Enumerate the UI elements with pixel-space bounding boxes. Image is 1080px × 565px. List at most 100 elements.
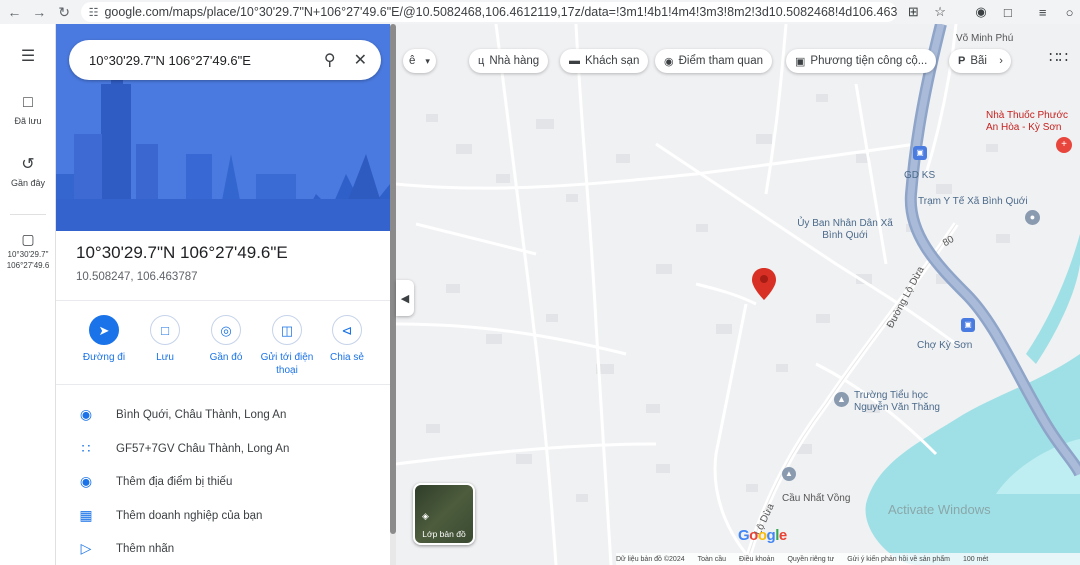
global-link[interactable]: Toàn cầu xyxy=(698,556,726,563)
map-footer: Dữ liệu bản đồ ©2024 Toàn cầu Điều khoản… xyxy=(616,553,1080,565)
directions-label: Đường đi xyxy=(82,352,126,363)
terms-link[interactable]: Điều khoản xyxy=(739,556,774,563)
map-label[interactable]: Trạm Y Tế Xã Bình Quới xyxy=(918,196,1028,207)
recent-label: Gần đây xyxy=(10,178,46,188)
share-button[interactable]: ⊲ Chia sẻ xyxy=(317,315,377,364)
recent-button[interactable]: ↺ Gần đây xyxy=(0,154,56,188)
map-label[interactable]: GD KS xyxy=(904,170,935,181)
hotel-icon: ▬ xyxy=(569,55,580,67)
recent-place-label: 10°30'29.7" 106°27'49.6 xyxy=(6,250,50,270)
place-coordinates: 10.508247, 106.463787 xyxy=(76,271,198,283)
send-to-phone-label: Gửi tới điện thoại xyxy=(260,352,314,376)
pharmacy-pin-icon[interactable]: + xyxy=(1056,137,1072,153)
privacy-link[interactable]: Quyền riêng tư xyxy=(787,556,834,563)
market-icon[interactable]: ▣ xyxy=(961,318,975,332)
puzzle-icon[interactable]: □ xyxy=(997,1,1018,23)
reload-button[interactable]: ↻ xyxy=(54,1,75,23)
google-logo: Google xyxy=(738,527,787,544)
browser-toolbar: ← → ↻ ☷ google.com/maps/place/10°30'29.7… xyxy=(0,0,1080,24)
saved-button[interactable]: □ Đã lưu xyxy=(0,94,56,126)
bridge-icon[interactable]: ▲ xyxy=(782,467,796,481)
label-icon: ▷ xyxy=(80,540,92,556)
nearby-button[interactable]: ◎ Gần đó xyxy=(196,315,256,364)
share-icon: ⊲ xyxy=(332,315,362,345)
chip-transit-label: Phương tiện công cộ... xyxy=(810,55,928,67)
plus-code-row[interactable]: ∷ GF57+7GV Châu Thành, Long An xyxy=(76,440,376,457)
address-bar[interactable]: ☷ google.com/maps/place/10°30'29.7"N+106… xyxy=(80,2,897,22)
bookmark-icon: □ xyxy=(23,94,33,111)
chip-hotels[interactable]: ▬ Khách sạn xyxy=(560,49,649,73)
phone-icon: ◫ xyxy=(272,315,302,345)
chip-attractions-label: Điểm tham quan xyxy=(678,55,763,67)
place-panel: 10°30'29.7"N 106°27'49.6"E ⚲ ✕ 10°30'29.… xyxy=(56,24,390,565)
forward-button[interactable]: → xyxy=(29,1,50,23)
extension-icon[interactable]: ◉ xyxy=(971,1,992,23)
media-icon[interactable]: ≡ xyxy=(1032,1,1053,23)
search-icon[interactable]: ⚲ xyxy=(324,50,336,70)
add-label-row[interactable]: ▷ Thêm nhãn xyxy=(76,540,376,557)
save-button[interactable]: □ Lưu xyxy=(135,315,195,364)
side-rail: ☰ □ Đã lưu ↺ Gần đây ▢ 10°30'29.7" 106°2… xyxy=(0,24,56,565)
map-label: Võ Minh Phú xyxy=(956,33,1014,44)
map-thumb-icon: ▢ xyxy=(21,231,35,247)
site-info-icon[interactable]: ☷ xyxy=(89,6,99,19)
search-box[interactable]: 10°30'29.7"N 106°27'49.6"E ⚲ ✕ xyxy=(69,40,381,80)
map-label[interactable]: Trường Tiểu học Nguyễn Văn Thăng xyxy=(854,390,954,414)
layers-icon: ◈ xyxy=(422,511,429,521)
map-label[interactable]: Ủy Ban Nhân Dân Xã Bình Quới xyxy=(790,218,900,242)
add-business-row[interactable]: ▦ Thêm doanh nghiệp của bạn xyxy=(76,507,376,524)
poi-pin-icon[interactable]: ● xyxy=(1025,210,1040,225)
chevron-left-icon: ◀ xyxy=(400,292,410,305)
bookmark-star-icon[interactable]: ☆ xyxy=(930,1,951,23)
profile-icon[interactable]: ○ xyxy=(1059,1,1080,23)
add-place-icon: ◉ xyxy=(79,473,93,489)
feedback-link[interactable]: Gửi ý kiến phản hồi về sản phẩm xyxy=(847,556,950,563)
menu-button[interactable]: ☰ xyxy=(0,46,56,70)
rail-divider xyxy=(10,214,46,215)
collapse-panel-button[interactable]: ◀ xyxy=(396,280,414,316)
tilt-dropdown-button[interactable]: ê ▾ xyxy=(403,49,436,73)
layers-button[interactable]: ◈ Lớp bản đồ xyxy=(413,483,475,545)
recent-place-button[interactable]: ▢ 10°30'29.7" 106°27'49.6 xyxy=(0,231,56,271)
address-row[interactable]: ◉ Bình Quới, Châu Thành, Long An xyxy=(76,406,376,423)
map-label-pharmacy[interactable]: Nhà Thuốc Phước An Hòa - Kỳ Sơn xyxy=(986,110,1080,134)
scale-label[interactable]: 100 mét xyxy=(963,556,988,563)
search-input[interactable]: 10°30'29.7"N 106°27'49.6"E xyxy=(89,53,306,68)
add-missing-place-row[interactable]: ◉ Thêm địa điểm bị thiếu xyxy=(76,473,376,490)
add-missing-place-text: Thêm địa điểm bị thiếu xyxy=(116,475,233,488)
parking-icon: P xyxy=(958,55,966,67)
address-text: Bình Quới, Châu Thành, Long An xyxy=(116,408,287,421)
nearby-label: Gần đó xyxy=(209,352,243,363)
chip-parking[interactable]: P Bãi › xyxy=(949,49,1011,73)
directions-icon: ➤ xyxy=(89,315,119,345)
restaurant-icon: ц xyxy=(478,55,485,67)
back-button[interactable]: ← xyxy=(4,1,25,23)
hamburger-icon: ☰ xyxy=(20,48,36,65)
map-label[interactable]: Chợ Kỳ Sơn xyxy=(917,340,972,351)
chip-attractions[interactable]: ◉ Điểm tham quan xyxy=(655,49,772,73)
directions-button[interactable]: ➤ Đường đi xyxy=(74,315,134,364)
save-label: Lưu xyxy=(156,352,174,363)
map-label[interactable]: Cầu Nhất Vồng xyxy=(782,493,850,504)
close-icon[interactable]: ✕ xyxy=(354,50,367,70)
school-icon[interactable]: ▲ xyxy=(834,392,849,407)
chip-restaurants[interactable]: ц Nhà hàng xyxy=(469,49,549,73)
business-icon: ▦ xyxy=(79,507,93,523)
chip-transit[interactable]: ▣ Phương tiện công cộ... xyxy=(786,49,937,73)
map-canvas[interactable]: ê ▾ ц Nhà hàng ▬ Khách sạn ◉ Điểm tham q… xyxy=(396,24,1080,565)
chevron-right-icon[interactable]: › xyxy=(999,55,1003,67)
chip-restaurants-label: Nhà hàng xyxy=(489,55,540,67)
divider xyxy=(56,300,390,301)
place-title: 10°30'29.7"N 106°27'49.6"E xyxy=(76,243,288,262)
map-data-text: Dữ liệu bản đồ ©2024 xyxy=(616,555,685,563)
add-label-text: Thêm nhãn xyxy=(116,542,175,555)
bank-icon[interactable]: ▣ xyxy=(913,146,927,160)
plus-code-icon: ∷ xyxy=(81,440,91,456)
bus-icon: ▣ xyxy=(795,55,806,68)
install-app-icon[interactable]: ⊞ xyxy=(903,1,924,23)
chip-parking-label: Bãi xyxy=(970,55,987,67)
location-pin-icon[interactable] xyxy=(752,268,776,300)
apps-grid-icon[interactable]: ∷∷ xyxy=(1049,48,1068,66)
nearby-icon: ◎ xyxy=(211,315,241,345)
send-to-phone-button[interactable]: ◫ Gửi tới điện thoại xyxy=(257,315,317,377)
